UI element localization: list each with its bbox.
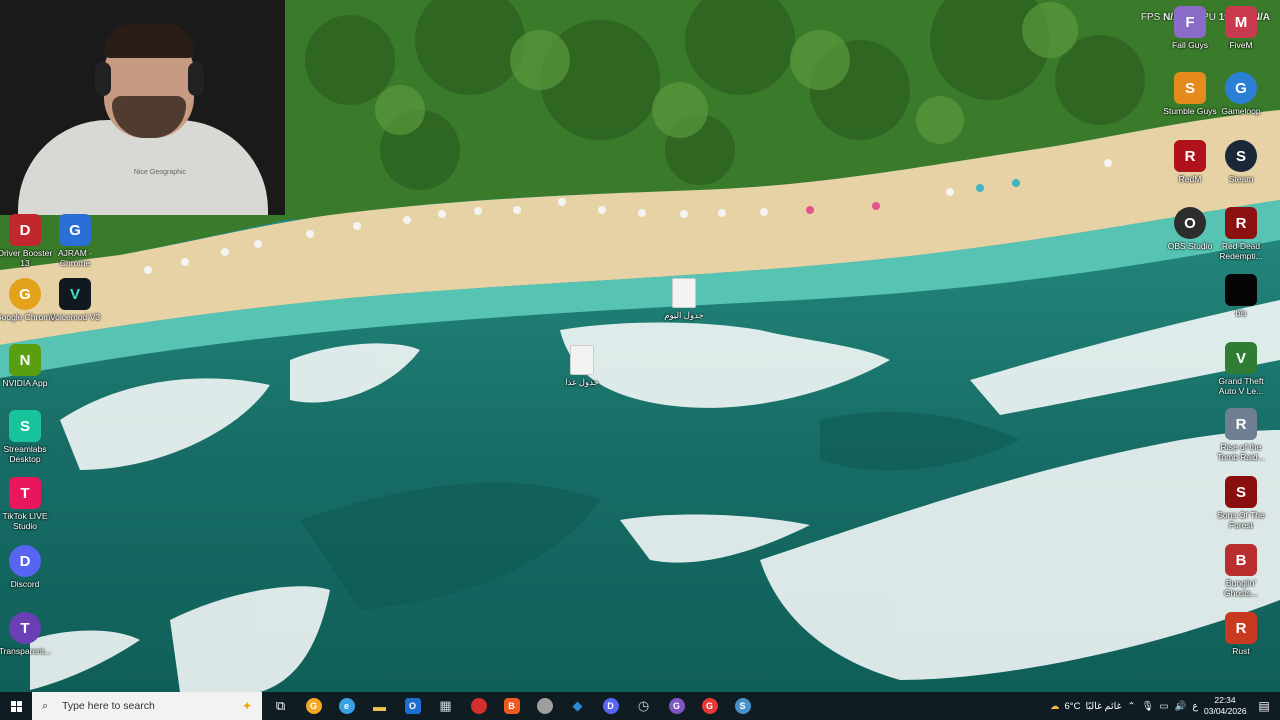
taskbar-chrome-profile[interactable]: G	[660, 692, 693, 720]
tomb-raider-icon: R	[1225, 408, 1257, 440]
voicemod-icon: V	[59, 278, 91, 310]
windows-logo-icon	[10, 700, 22, 712]
taskbar-apps: ⧉ G e ▬ O ▦ B ◆ D ◷ G G S	[264, 692, 759, 720]
streamlabs-icon: S	[9, 410, 41, 442]
taskbar-steam[interactable]: S	[726, 692, 759, 720]
system-tray: ☁ 6°C غائم غالبًا ⌃ 🎙 ▭ 🔊 ع 22:34 03/04/…	[1050, 692, 1280, 720]
chrome-icon: G	[668, 698, 685, 714]
gta-v-icon: V	[1225, 342, 1257, 374]
desktop-icon-bunglin-ghosts[interactable]: B Bunglin' Ghosts...	[1211, 544, 1271, 598]
taskbar-discord[interactable]: D	[594, 692, 627, 720]
language-indicator[interactable]: ع	[1192, 701, 1198, 712]
webcam-overlay: Nice Geographic	[0, 0, 285, 215]
desktop-icon-tiktok-live-studio[interactable]: T TikTok LIVE Studio	[0, 477, 55, 531]
clock-date: 03/04/2026	[1204, 706, 1247, 716]
nvidia-icon: N	[9, 344, 41, 376]
desktop-icon-steam[interactable]: S Steam	[1211, 140, 1271, 184]
desktop-icon-voicemod[interactable]: V Voicemod V3	[45, 278, 105, 322]
steam-icon: S	[734, 698, 751, 714]
desktop-icon-rust[interactable]: R Rust	[1211, 612, 1271, 656]
taskbar-calculator[interactable]: ▦	[429, 692, 462, 720]
start-button[interactable]	[0, 692, 32, 720]
search-icon: ⌕	[42, 699, 49, 712]
desktop-icon-sons-of-the-forest[interactable]: S Sons Of The Forest	[1211, 476, 1271, 530]
taskbar-clock-app[interactable]: ◷	[627, 692, 660, 720]
taskbar-brave[interactable]: B	[495, 692, 528, 720]
search-placeholder: Type here to search	[62, 700, 155, 712]
microphone-icon[interactable]: 🎙	[1141, 701, 1153, 712]
clock-icon: ◷	[637, 698, 650, 713]
sparkle-icon: ✦	[241, 699, 252, 713]
chrome-icon: G	[9, 278, 41, 310]
taskbar-vscode[interactable]: ◆	[561, 692, 594, 720]
stumble-guys-icon: S	[1174, 72, 1206, 104]
webcam-person-hair	[104, 24, 194, 58]
desktop-icon-nvidia-app[interactable]: N NVIDIA App	[0, 344, 55, 388]
taskbar-edge[interactable]: e	[330, 692, 363, 720]
taskbar-app-grey[interactable]	[528, 692, 561, 720]
gameloop-icon: G	[1225, 72, 1257, 104]
bls-icon	[1225, 274, 1257, 306]
discord-icon: D	[602, 698, 619, 714]
chrome-icon: G	[701, 698, 718, 714]
task-view-icon: ⧉	[275, 698, 286, 713]
taskbar-outlook[interactable]: O	[396, 692, 429, 720]
tiktok-icon: T	[9, 477, 41, 509]
notification-icon[interactable]: ▤	[1252, 699, 1276, 713]
desktop-icon-fivem[interactable]: M FiveM	[1211, 6, 1271, 50]
desktop-icon-discord[interactable]: D Discord	[0, 545, 55, 589]
desktop-icon-bls[interactable]: bls	[1211, 274, 1271, 318]
sons-of-the-forest-icon: S	[1225, 476, 1257, 508]
weather-widget[interactable]: ☁ 6°C غائم غالبًا	[1050, 701, 1121, 712]
headset-left-icon	[95, 62, 111, 96]
desktop-icon-tomb-raider[interactable]: R Rise of the Tomb Raid...	[1211, 408, 1271, 462]
chat-icon: T	[9, 612, 41, 644]
red-dead-icon: R	[1225, 207, 1257, 239]
document-icon	[570, 345, 594, 375]
desktop-file-today-table[interactable]: جدول اليوم	[654, 278, 714, 320]
chrome-icon: G	[59, 214, 91, 246]
obs-icon: O	[1174, 207, 1206, 239]
outlook-icon: O	[404, 698, 421, 714]
weather-icon: ☁	[1050, 700, 1060, 712]
taskbar: ⌕ Type here to search ✦ ⧉ G e ▬ O ▦ B ◆ …	[0, 692, 1280, 720]
shirt-print: Nice Geographic	[133, 169, 187, 176]
task-view-button[interactable]: ⧉	[264, 692, 297, 720]
chevron-up-icon[interactable]: ⌃	[1127, 701, 1135, 712]
taskbar-file-explorer[interactable]: ▬	[363, 692, 396, 720]
driver-booster-icon: D	[9, 214, 41, 246]
network-icon[interactable]: ▭	[1160, 701, 1169, 712]
grey-app-icon	[536, 698, 553, 714]
fivem-icon: M	[1225, 6, 1257, 38]
fall-guys-icon: F	[1174, 6, 1206, 38]
discord-icon: D	[9, 545, 41, 577]
red-circle-icon	[470, 698, 487, 714]
desktop-icon-red-dead-redemption[interactable]: R Red Dead Redempti...	[1211, 207, 1271, 261]
desktop-icon-gameloop[interactable]: G Gameloop	[1211, 72, 1271, 116]
document-icon	[672, 278, 696, 308]
rust-icon: R	[1225, 612, 1257, 644]
edge-icon: e	[338, 698, 355, 714]
redm-icon: R	[1174, 140, 1206, 172]
desktop-icon-transparent[interactable]: T Transparent...	[0, 612, 55, 656]
desktop-icon-ajram-chrome[interactable]: G AJRAM - Chrome	[45, 214, 105, 268]
ghost-icon: B	[1225, 544, 1257, 576]
folder-icon: ▬	[373, 698, 386, 714]
taskbar-search-box[interactable]: ⌕ Type here to search ✦	[32, 692, 262, 720]
calculator-icon: ▦	[439, 698, 452, 713]
desktop-file-tomorrow-table[interactable]: جدول غدا	[552, 345, 612, 387]
taskbar-chrome[interactable]: G	[693, 692, 726, 720]
desktop-icon-streamlabs[interactable]: S Streamlabs Desktop	[0, 410, 55, 464]
taskbar-chrome-canary[interactable]: G	[297, 692, 330, 720]
taskbar-clock[interactable]: 22:34 03/04/2026	[1204, 695, 1247, 717]
brave-icon: B	[503, 698, 520, 714]
clock-time: 22:34	[1214, 695, 1236, 705]
steam-icon: S	[1225, 140, 1257, 172]
headset-right-icon	[188, 62, 204, 96]
desktop-icon-gta-v[interactable]: V Grand Theft Auto V Le...	[1211, 342, 1271, 396]
speaker-icon[interactable]: 🔊	[1174, 701, 1186, 712]
taskbar-app-red[interactable]	[462, 692, 495, 720]
chrome-canary-icon: G	[305, 698, 322, 714]
vscode-icon: ◆	[572, 698, 583, 713]
